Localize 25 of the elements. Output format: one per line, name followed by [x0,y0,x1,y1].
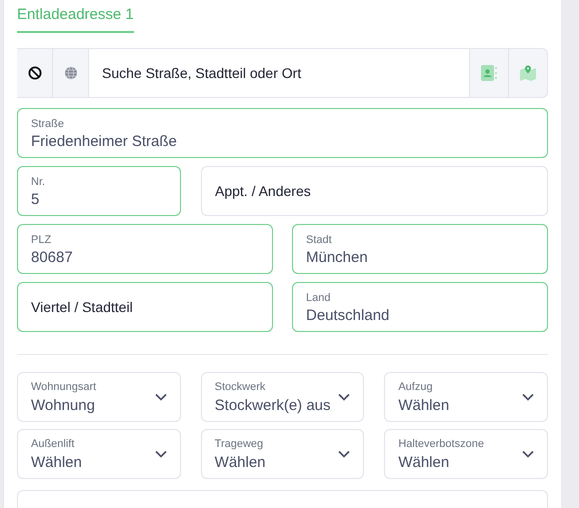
block-icon [28,66,42,80]
chevron-down-icon [154,393,167,401]
input-field[interactable]: Nr. 5 [17,166,181,216]
globe-icon [64,66,78,80]
input-field[interactable]: Viertel / Stadtteil [17,282,273,332]
chevron-down-icon [522,450,534,458]
dropdown[interactable]: Wohnungsart Wohnung [17,372,181,422]
chevron-down-icon [522,393,534,401]
input-field[interactable]: PLZ 80687 [17,224,273,274]
dropdown[interactable]: Halteverbotszone Wählen [384,429,548,479]
search-field[interactable]: Suche Straße, Stadtteil oder Ort [89,48,470,98]
chevron-down-icon [338,450,350,458]
input-field[interactable]: Straße Friedenheimer Straße [17,108,548,158]
dropdown[interactable]: Aufzug Wählen [384,372,548,422]
chevron-down-icon [338,393,350,401]
input-field[interactable]: Appt. / Anderes [201,166,548,216]
dropdown[interactable]: Außenlift Wählen [17,429,181,479]
map-pin-icon [519,64,537,82]
input-field[interactable]: Land Deutschland [292,282,548,332]
block-button[interactable] [17,48,53,98]
dropdown[interactable]: Trageweg Wählen [200,429,364,479]
contact-card-icon [480,64,498,82]
input-field[interactable]: Stadt München [292,224,548,274]
dropdown[interactable]: Stockwerk Stockwerk(e) aus [200,372,364,422]
chevron-down-icon [154,450,167,458]
